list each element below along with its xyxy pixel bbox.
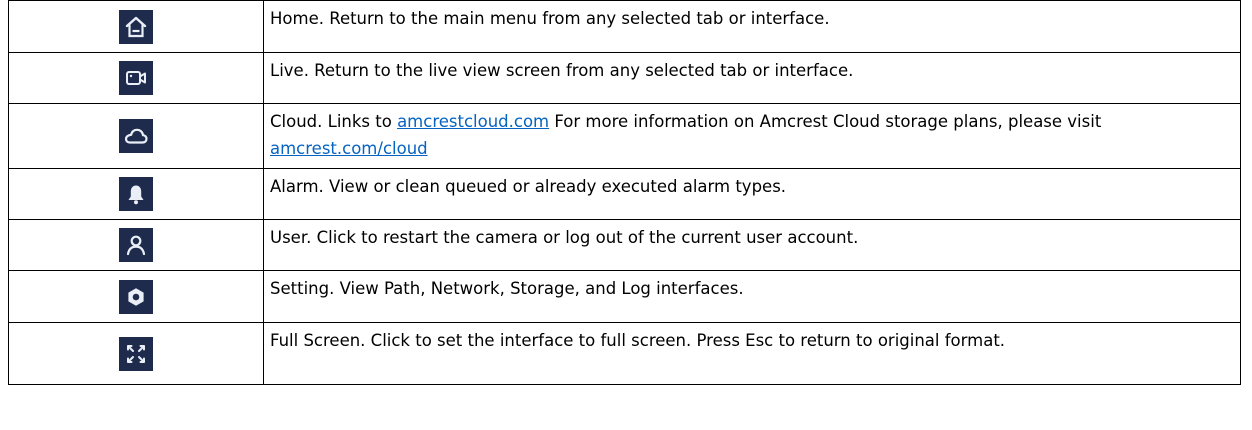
live-camera-icon (119, 61, 153, 95)
description-cell: Setting. View Path, Network, Storage, an… (263, 270, 1241, 323)
table-row: Live. Return to the live view screen fro… (8, 52, 1241, 104)
cloud-text-a: Cloud. Links to (270, 112, 398, 131)
icon-cell (8, 219, 264, 271)
icon-cell (8, 270, 264, 323)
amcrest-cloud-link[interactable]: amcrest.com/cloud (270, 139, 428, 158)
icon-cell (8, 0, 264, 53)
fullscreen-icon (119, 336, 153, 371)
description-cell: User. Click to restart the camera or log… (263, 219, 1241, 271)
icon-cell (8, 103, 264, 169)
description-cell: Live. Return to the live view screen fro… (263, 52, 1241, 104)
description-cell: Home. Return to the main menu from any s… (263, 0, 1241, 53)
icon-cell (8, 322, 264, 385)
table-row: Home. Return to the main menu from any s… (8, 0, 1241, 53)
icon-cell (8, 168, 264, 220)
table-row: Setting. View Path, Network, Storage, an… (8, 270, 1241, 323)
cloud-icon (119, 119, 153, 153)
user-icon (119, 228, 153, 262)
table-row: Cloud. Links to amcrestcloud.com For mor… (8, 103, 1241, 169)
description-cell: Full Screen. Click to set the interface … (263, 322, 1241, 385)
gear-icon (119, 279, 153, 314)
home-icon (119, 9, 153, 44)
icon-cell (8, 52, 264, 104)
table-row: User. Click to restart the camera or log… (8, 219, 1241, 271)
amcrestcloud-link[interactable]: amcrestcloud.com (397, 112, 549, 131)
description-cell: Cloud. Links to amcrestcloud.com For mor… (263, 103, 1241, 169)
icon-legend-table: Home. Return to the main menu from any s… (8, 0, 1241, 385)
description-cell: Alarm. View or clean queued or already e… (263, 168, 1241, 220)
bell-icon (119, 177, 153, 211)
table-row: Alarm. View or clean queued or already e… (8, 168, 1241, 220)
table-row: Full Screen. Click to set the interface … (8, 322, 1241, 385)
cloud-text-b: For more information on Amcrest Cloud st… (549, 112, 1102, 131)
